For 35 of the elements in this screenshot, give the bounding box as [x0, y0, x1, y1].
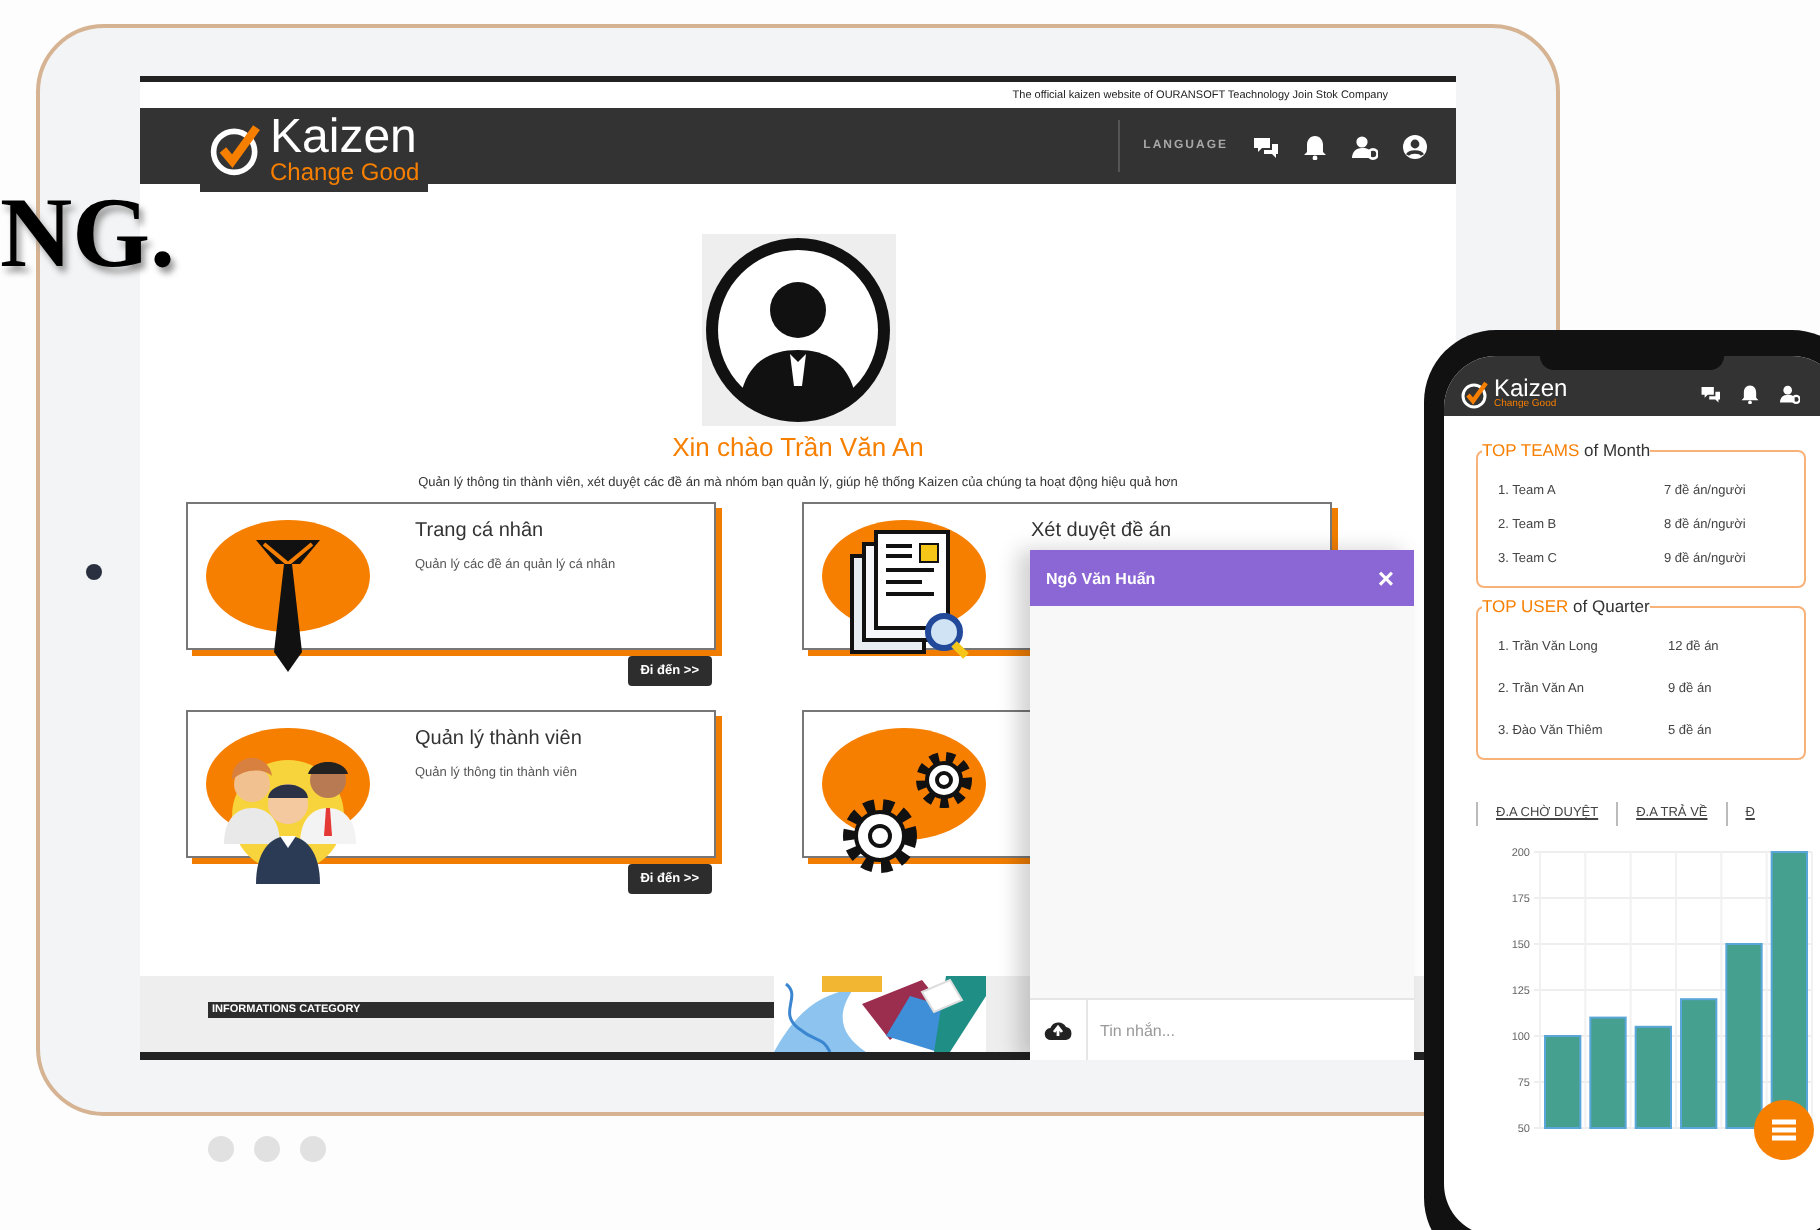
panel-title-highlight: TOP USER	[1482, 596, 1569, 616]
logo-text: Kaizen	[270, 116, 417, 160]
chart-bar	[1544, 1035, 1582, 1129]
logo-slogan: Change Good	[270, 160, 420, 184]
headline: NG.	[0, 174, 175, 292]
message-field[interactable]: Tin nhắn...	[1088, 998, 1414, 1060]
upload-icon[interactable]	[1044, 1018, 1072, 1042]
menu-icon	[1770, 1118, 1798, 1142]
chart-bar	[1634, 1025, 1672, 1129]
card-title: Xét duyệt đề án	[1031, 520, 1172, 542]
chat-icon[interactable]	[1700, 384, 1720, 404]
logo-text: Kaizen	[1494, 378, 1568, 400]
chat-contact-name: Ngô Văn Huấn	[1046, 569, 1156, 587]
card-title: Trang cá nhân	[415, 520, 546, 542]
camera-icon	[86, 564, 102, 580]
user-settings-icon[interactable]	[1352, 133, 1378, 159]
card-title: Quản lý thành viên	[415, 728, 582, 750]
notification-icon[interactable]	[1740, 384, 1760, 404]
menu-button[interactable]	[1754, 1100, 1814, 1160]
carousel-dot[interactable]	[254, 1136, 280, 1162]
panel-title-highlight: TOP TEAMS	[1482, 440, 1580, 460]
notification-icon[interactable]	[1302, 133, 1328, 159]
greeting: Xin chào Trần Văn An	[672, 432, 924, 462]
logo-icon	[208, 122, 264, 178]
user-settings-icon[interactable]	[1780, 384, 1800, 404]
close-button[interactable]: ×	[1373, 564, 1398, 592]
chat-icon[interactable]	[1252, 133, 1278, 159]
panel-title: of Quarter	[1573, 596, 1650, 616]
chart-bar	[1589, 1016, 1627, 1129]
carousel-dot[interactable]	[208, 1136, 234, 1162]
logo-icon	[1460, 380, 1490, 410]
chart-bar	[1680, 998, 1718, 1129]
account-icon[interactable]	[1402, 133, 1428, 159]
panel-title: of Month	[1584, 440, 1651, 460]
carousel-dot[interactable]	[300, 1136, 326, 1162]
